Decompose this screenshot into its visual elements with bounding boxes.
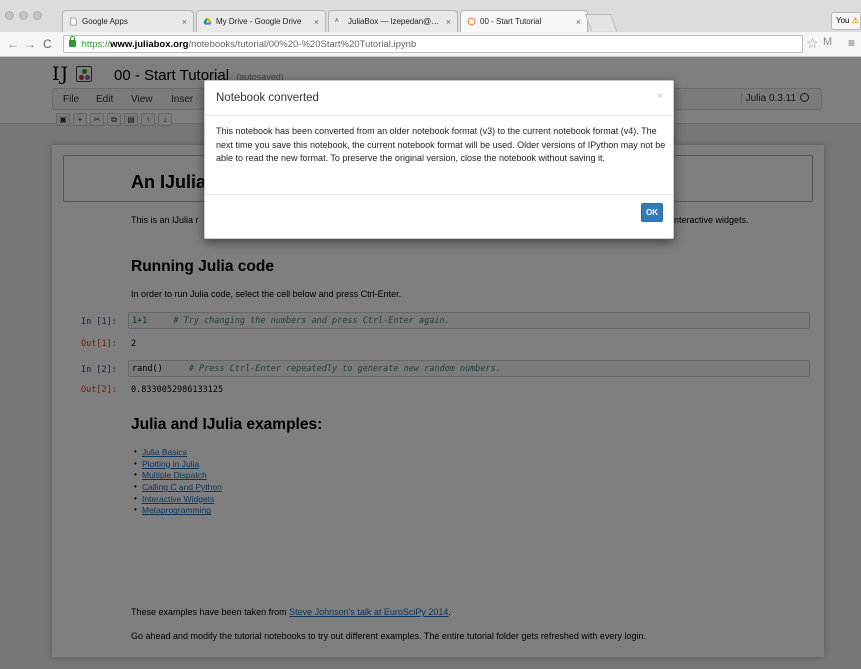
extension-icon[interactable]: M <box>823 36 832 48</box>
tab-google-drive[interactable]: My Drive - Google Drive × <box>196 10 326 32</box>
ok-button[interactable]: OK <box>641 203 663 222</box>
browser-toolbar: ← → C https://www.juliabox.org/notebooks… <box>0 32 861 57</box>
bookmark-star-icon[interactable]: ☆ <box>806 35 819 52</box>
reload-icon[interactable]: C <box>43 37 52 51</box>
document-icon <box>70 17 77 26</box>
dialog-message: This notebook has been converted from an… <box>216 126 666 163</box>
dialog-footer <box>205 194 673 195</box>
browser-tabstrip: Google Apps × My Drive - Google Drive × … <box>0 0 861 32</box>
juliabox-icon: ᴬ <box>335 17 339 26</box>
google-drive-icon <box>203 17 212 25</box>
profile-name: You <box>836 16 850 25</box>
new-tab-button[interactable] <box>584 14 618 31</box>
warning-icon: ⚠ <box>851 16 859 25</box>
tab-title: My Drive - Google Drive <box>216 17 302 26</box>
back-icon[interactable]: ← <box>7 37 19 51</box>
tab-close-icon[interactable]: × <box>446 17 451 27</box>
tab-start-tutorial[interactable]: 00 - Start Tutorial × <box>460 10 588 32</box>
close-icon[interactable]: × <box>657 91 663 102</box>
tab-google-apps[interactable]: Google Apps × <box>62 10 194 32</box>
tab-close-icon[interactable]: × <box>576 17 581 27</box>
url-host: www.juliabox.org <box>110 39 189 50</box>
tab-close-icon[interactable]: × <box>314 17 319 27</box>
url-scheme: https:// <box>81 39 111 50</box>
address-bar[interactable]: https://www.juliabox.org/notebooks/tutor… <box>63 35 803 53</box>
close-window-button[interactable] <box>5 11 14 20</box>
forward-icon[interactable]: → <box>24 37 36 51</box>
profile-button[interactable]: You ⚠ <box>831 12 861 30</box>
notebook-converted-dialog: Notebook converted × This notebook has b… <box>204 80 674 239</box>
url-path: /notebooks/tutorial/00%20-%20Start%20Tut… <box>188 39 417 50</box>
tab-title: Google Apps <box>82 17 128 26</box>
tab-title: JuliaBox — lzepedan@uci.e <box>348 17 442 26</box>
window-controls <box>5 11 42 20</box>
lock-icon <box>69 36 76 47</box>
dialog-header: Notebook converted × <box>205 81 673 116</box>
minimize-window-button[interactable] <box>19 11 28 20</box>
tab-close-icon[interactable]: × <box>182 17 187 27</box>
zoom-window-button[interactable] <box>33 11 42 20</box>
dialog-title: Notebook converted <box>216 92 319 104</box>
tab-title: 00 - Start Tutorial <box>480 17 542 26</box>
tab-juliabox[interactable]: ᴬ JuliaBox — lzepedan@uci.e × <box>328 10 458 32</box>
jupyter-icon <box>467 17 476 26</box>
browser-menu-icon[interactable]: ≡ <box>848 36 855 50</box>
